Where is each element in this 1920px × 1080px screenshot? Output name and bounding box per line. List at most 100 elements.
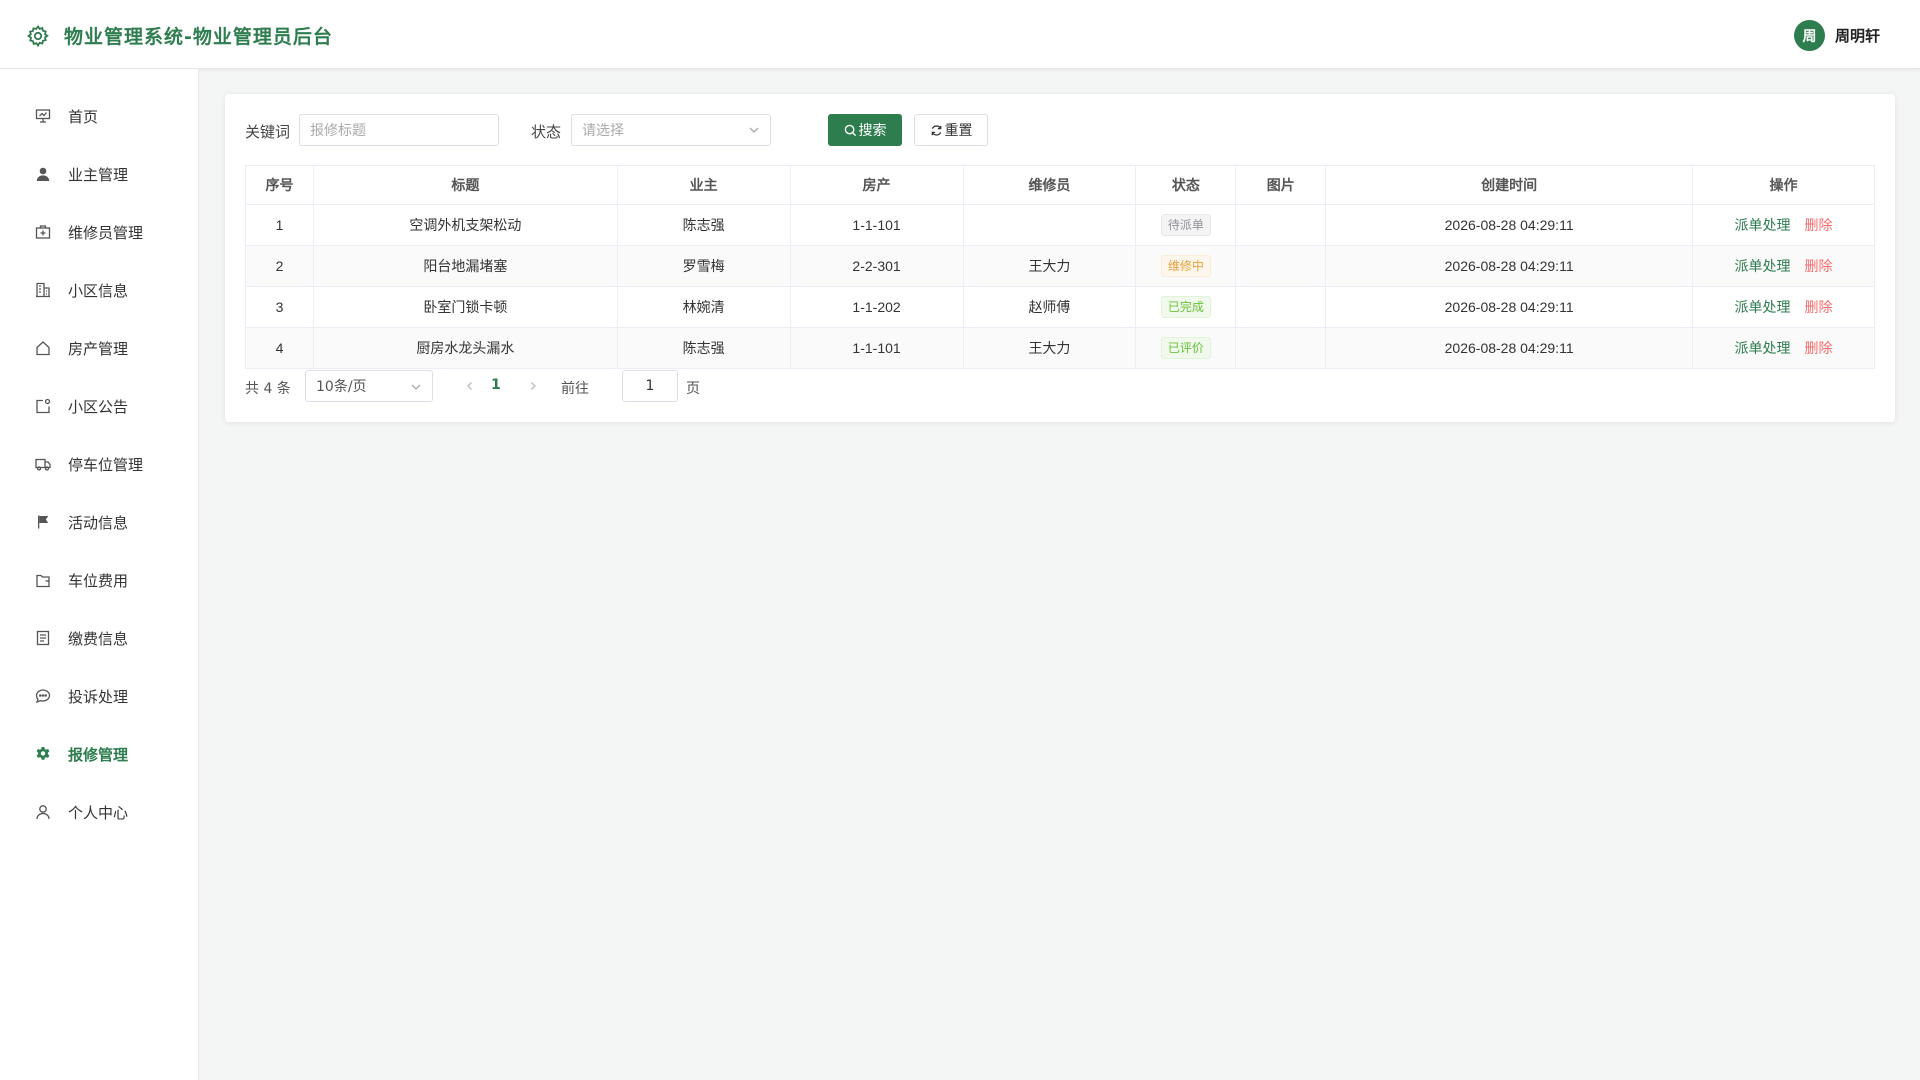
sidebar-item-notice[interactable]: 小区公告 — [0, 381, 198, 431]
table-header-row: 序号 标题 业主 房产 维修员 状态 图片 创建时间 操作 — [245, 165, 1875, 205]
sidebar-item-community[interactable]: 小区信息 — [0, 265, 198, 315]
dispatch-button[interactable]: 派单处理 — [1735, 340, 1791, 356]
sidebar-item-property[interactable]: 房产管理 — [0, 323, 198, 373]
next-page-icon[interactable] — [526, 379, 540, 393]
sidebar-item-label: 个人中心 — [68, 803, 129, 822]
user-icon — [34, 803, 52, 821]
reset-button[interactable]: 重置 — [914, 114, 988, 146]
chat-dots-icon — [34, 687, 52, 705]
avatar[interactable]: 周 — [1793, 20, 1825, 51]
cell-property: 1-1-101 — [789, 327, 964, 369]
cell-repairer — [962, 204, 1137, 246]
cell-actions: 派单处理 删除 — [1692, 245, 1875, 287]
chevron-down-icon — [748, 124, 760, 136]
status-select[interactable]: 请选择 — [571, 114, 771, 146]
sidebar-item-owners[interactable]: 业主管理 — [0, 149, 198, 199]
cell-title: 阳台地漏堵塞 — [312, 245, 618, 287]
cell-created: 2026-08-28 04:29:11 — [1325, 327, 1694, 369]
status-label: 状态 — [531, 123, 562, 141]
table-row: 3 卧室门锁卡顿 林婉清 1-1-202 赵师傅 已完成 2026-08-28 … — [245, 286, 1875, 328]
cell-actions: 派单处理 删除 — [1692, 286, 1875, 328]
cell-index: 1 — [245, 204, 314, 246]
top-header: 物业管理系统-物业管理员后台 周 周明轩 — [0, 0, 1920, 69]
sidebar-item-parking[interactable]: 停车位管理 — [0, 439, 198, 489]
dispatch-button[interactable]: 派单处理 — [1735, 299, 1791, 315]
cell-property: 1-1-101 — [789, 204, 964, 246]
sidebar-item-repair[interactable]: 报修管理 — [0, 729, 198, 779]
keyword-label: 关键词 — [245, 123, 291, 141]
cell-actions: 派单处理 删除 — [1692, 204, 1875, 246]
cell-actions: 派单处理 删除 — [1692, 327, 1875, 369]
sidebar-item-parking-fee[interactable]: 车位费用 — [0, 555, 198, 605]
repair-table: 序号 标题 业主 房产 维修员 状态 图片 创建时间 操作 1 空调外机支架松动… — [245, 165, 1875, 369]
table-row: 2 阳台地漏堵塞 罗雪梅 2-2-301 王大力 维修中 2026-08-28 … — [245, 245, 1875, 287]
pagination: 共 4 条 10条/页 1 前往 1 页 — [245, 370, 845, 402]
delete-button[interactable]: 删除 — [1805, 340, 1833, 356]
sidebar-item-home[interactable]: 首页 — [0, 91, 198, 141]
house-icon — [34, 339, 52, 357]
sidebar-item-label: 维修员管理 — [68, 223, 144, 242]
sidebar-item-label: 小区公告 — [68, 397, 129, 416]
sidebar-item-label: 小区信息 — [68, 281, 129, 300]
cell-index: 2 — [245, 245, 314, 287]
total-count: 共 4 条 — [245, 381, 291, 397]
cell-repairer: 王大力 — [962, 245, 1137, 287]
page-size-select[interactable]: 10条/页 — [305, 370, 433, 402]
van-icon — [34, 455, 52, 473]
search-button-label: 搜索 — [858, 123, 887, 139]
sidebar-item-label: 活动信息 — [68, 513, 129, 532]
flag-icon — [34, 513, 52, 531]
presentation-board-icon — [34, 107, 52, 125]
cell-image — [1235, 327, 1327, 369]
cell-image — [1235, 245, 1327, 287]
sidebar-item-label: 首页 — [68, 107, 99, 126]
goto-label: 前往 — [561, 381, 589, 397]
search-button[interactable]: 搜索 — [828, 114, 902, 146]
sidebar-item-repairers[interactable]: 维修员管理 — [0, 207, 198, 257]
setting-icon — [34, 745, 52, 763]
cell-title: 空调外机支架松动 — [312, 204, 618, 246]
cell-repairer: 赵师傅 — [962, 286, 1137, 328]
cell-owner: 陈志强 — [616, 327, 791, 369]
sidebar-item-label: 投诉处理 — [68, 687, 129, 706]
cell-index: 3 — [245, 286, 314, 328]
search-icon — [844, 124, 857, 137]
cell-created: 2026-08-28 04:29:11 — [1325, 286, 1694, 328]
repair-list-card: 关键词 报修标题 状态 请选择 搜索 重置 序号 标题 业主 房产 维修员 状态… — [225, 94, 1895, 422]
sidebar-item-label: 业主管理 — [68, 165, 129, 184]
delete-button[interactable]: 删除 — [1805, 217, 1833, 233]
office-building-icon — [34, 281, 52, 299]
page-number-current[interactable]: 1 — [491, 377, 501, 393]
keyword-placeholder: 报修标题 — [310, 123, 366, 139]
sidebar-item-label: 停车位管理 — [68, 455, 144, 474]
column-header: 序号 — [245, 165, 314, 205]
sidebar-item-profile[interactable]: 个人中心 — [0, 787, 198, 837]
sidebar-item-label: 缴费信息 — [68, 629, 129, 648]
prev-page-icon[interactable] — [463, 379, 477, 393]
sidebar-item-activity[interactable]: 活动信息 — [0, 497, 198, 547]
sidebar-item-label: 报修管理 — [68, 745, 129, 764]
goto-page-input[interactable]: 1 — [622, 370, 678, 402]
username[interactable]: 周明轩 — [1835, 25, 1880, 46]
reset-button-label: 重置 — [944, 123, 973, 139]
keyword-input[interactable]: 报修标题 — [299, 114, 499, 146]
sidebar-item-label: 车位费用 — [68, 571, 129, 590]
delete-button[interactable]: 删除 — [1805, 299, 1833, 315]
cell-created: 2026-08-28 04:29:11 — [1325, 204, 1694, 246]
cell-property: 2-2-301 — [789, 245, 964, 287]
sidebar-item-complaint[interactable]: 投诉处理 — [0, 671, 198, 721]
delete-button[interactable]: 删除 — [1805, 258, 1833, 274]
user-filled-icon — [34, 165, 52, 183]
app-title: 物业管理系统-物业管理员后台 — [64, 26, 333, 48]
cell-title: 卧室门锁卡顿 — [312, 286, 618, 328]
cell-status: 已评价 — [1135, 327, 1237, 369]
cell-status: 维修中 — [1135, 245, 1237, 287]
user-menu[interactable]: 周 周明轩 — [1793, 20, 1880, 51]
dispatch-button[interactable]: 派单处理 — [1735, 217, 1791, 233]
gear-icon — [26, 24, 50, 48]
dispatch-button[interactable]: 派单处理 — [1735, 258, 1791, 274]
cell-owner: 林婉清 — [616, 286, 791, 328]
sidebar-item-payment[interactable]: 缴费信息 — [0, 613, 198, 663]
column-header: 创建时间 — [1325, 165, 1694, 205]
column-header: 操作 — [1692, 165, 1875, 205]
